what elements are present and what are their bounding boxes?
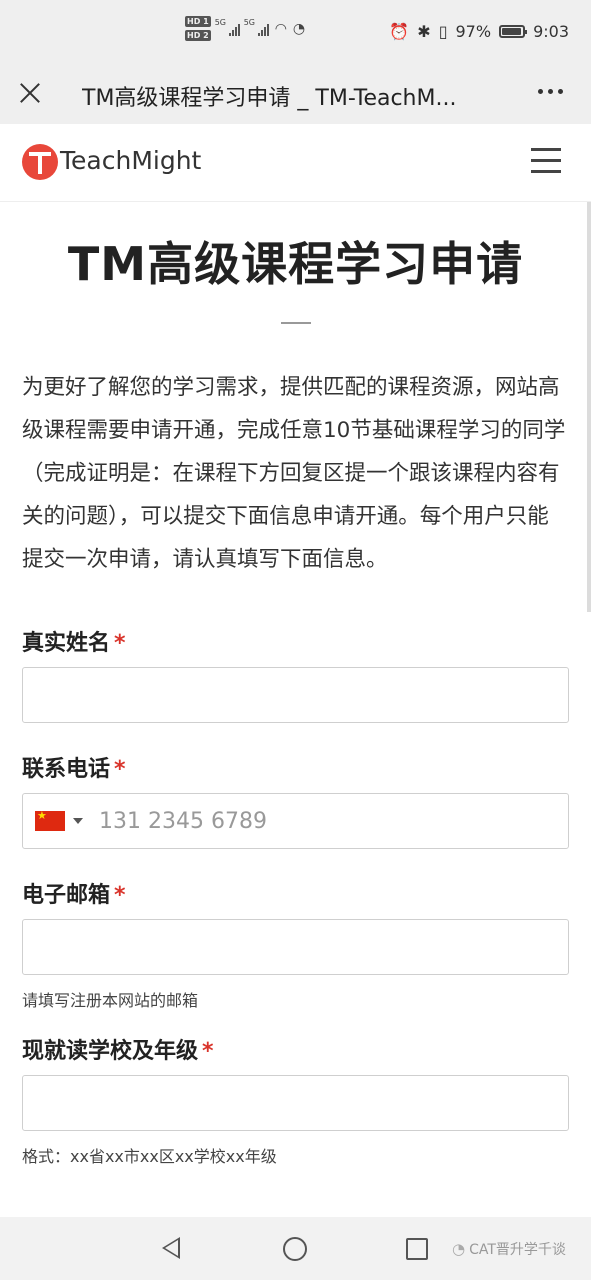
school-help-text: 格式：xx省xx市xx区xx学校xx年级 — [22, 1147, 277, 1166]
signal-icon-1: 5G — [215, 18, 240, 36]
signal-icon-2: 5G — [244, 18, 269, 36]
phone-input-wrapper — [22, 793, 569, 849]
battery-percent: 97% — [455, 22, 492, 41]
hd-badges: HD 1 HD 2 — [185, 16, 211, 41]
phone-label: 联系电话 * — [22, 751, 569, 783]
wifi-icon: ◠ — [274, 20, 287, 37]
close-icon[interactable] — [16, 79, 44, 107]
clock: 9:03 — [533, 22, 569, 41]
home-icon[interactable] — [283, 1237, 307, 1261]
phone-field: 联系电话 * — [22, 751, 569, 849]
hamburger-menu-icon[interactable] — [531, 148, 561, 174]
recent-apps-icon[interactable] — [406, 1238, 428, 1260]
email-help-text: 请填写注册本网站的邮箱 — [22, 991, 199, 1010]
page-tab-title: TM高级课程学习申请 _ TM-TeachM... — [82, 86, 457, 111]
caret-down-icon[interactable] — [73, 818, 83, 824]
school-input[interactable] — [22, 1075, 569, 1131]
required-mark: * — [114, 883, 126, 908]
email-label-text: 电子邮箱 — [22, 883, 111, 908]
network-label-2: 5G — [243, 17, 255, 27]
required-mark: * — [202, 1039, 214, 1064]
wechat-watermark-icon: ◔ — [452, 1240, 466, 1258]
screen: HD 1 HD 2 5G 5G ◠ ◔ ⏰ ✱ ▯ 97% 9:03 TM高级课… — [0, 0, 591, 1280]
site-logo-text[interactable]: TeachMight — [60, 146, 201, 175]
status-right: ⏰ ✱ ▯ 97% 9:03 — [389, 22, 569, 41]
phone-input[interactable] — [99, 808, 499, 834]
system-nav-bar: ◔ CAT晋升学千谈 — [0, 1217, 591, 1280]
battery-icon — [499, 25, 528, 38]
required-mark: * — [114, 757, 126, 782]
site-header: TeachMight — [0, 124, 591, 202]
vibrate-icon: ▯ — [438, 22, 448, 41]
page-title: TM高级课程学习申请 — [67, 237, 524, 291]
name-input[interactable] — [22, 667, 569, 723]
main-content: TM高级课程学习申请 为更好了解您的学习需求，提供匹配的课程资源，网站高级课程需… — [0, 202, 591, 1217]
back-icon[interactable] — [162, 1237, 180, 1259]
network-label-1: 5G — [214, 17, 226, 27]
wechat-status-icon: ◔ — [292, 20, 306, 37]
browser-title-bar: TM高级课程学习申请 _ TM-TeachM... — [0, 66, 591, 124]
email-field: 电子邮箱 * 请填写注册本网站的邮箱 — [22, 877, 569, 1011]
battery-fill — [502, 28, 522, 35]
intro-paragraph: 为更好了解您的学习需求，提供匹配的课程资源，网站高级课程需要申请开通，完成任意1… — [22, 375, 566, 572]
alarm-icon: ⏰ — [389, 22, 410, 41]
school-field: 现就读学校及年级 * 格式：xx省xx市xx区xx学校xx年级 — [22, 1033, 569, 1167]
hd-badge-2: HD 2 — [185, 30, 211, 41]
name-label: 真实姓名 * — [22, 625, 569, 657]
name-label-text: 真实姓名 — [22, 631, 111, 656]
cn-flag-icon[interactable] — [35, 809, 65, 831]
page-scrollbar[interactable] — [587, 202, 591, 612]
name-field: 真实姓名 * — [22, 625, 569, 723]
status-bar: HD 1 HD 2 5G 5G ◠ ◔ ⏰ ✱ ▯ 97% 9:03 — [0, 0, 591, 66]
application-form: 真实姓名* 联系电话* 电子邮箱* 请填写注册本网站的邮箱 现就读学校及年级* — [22, 625, 569, 1167]
teachmight-logo-icon[interactable] — [22, 144, 58, 180]
watermark: ◔ CAT晋升学千谈 — [452, 1239, 566, 1259]
school-label: 现就读学校及年级 * — [22, 1033, 569, 1065]
bluetooth-icon: ✱ — [417, 22, 431, 41]
phone-label-text: 联系电话 — [22, 757, 111, 782]
required-mark: * — [114, 631, 126, 656]
status-left: HD 1 HD 2 5G 5G ◠ ◔ — [185, 16, 305, 41]
email-input[interactable] — [22, 919, 569, 975]
email-label: 电子邮箱 * — [22, 877, 569, 909]
watermark-text: CAT晋升学千谈 — [469, 1242, 566, 1258]
hd-badge-1: HD 1 — [185, 16, 211, 27]
title-divider — [280, 322, 311, 324]
school-label-text: 现就读学校及年级 — [22, 1039, 199, 1064]
more-options-icon[interactable] — [538, 89, 563, 94]
